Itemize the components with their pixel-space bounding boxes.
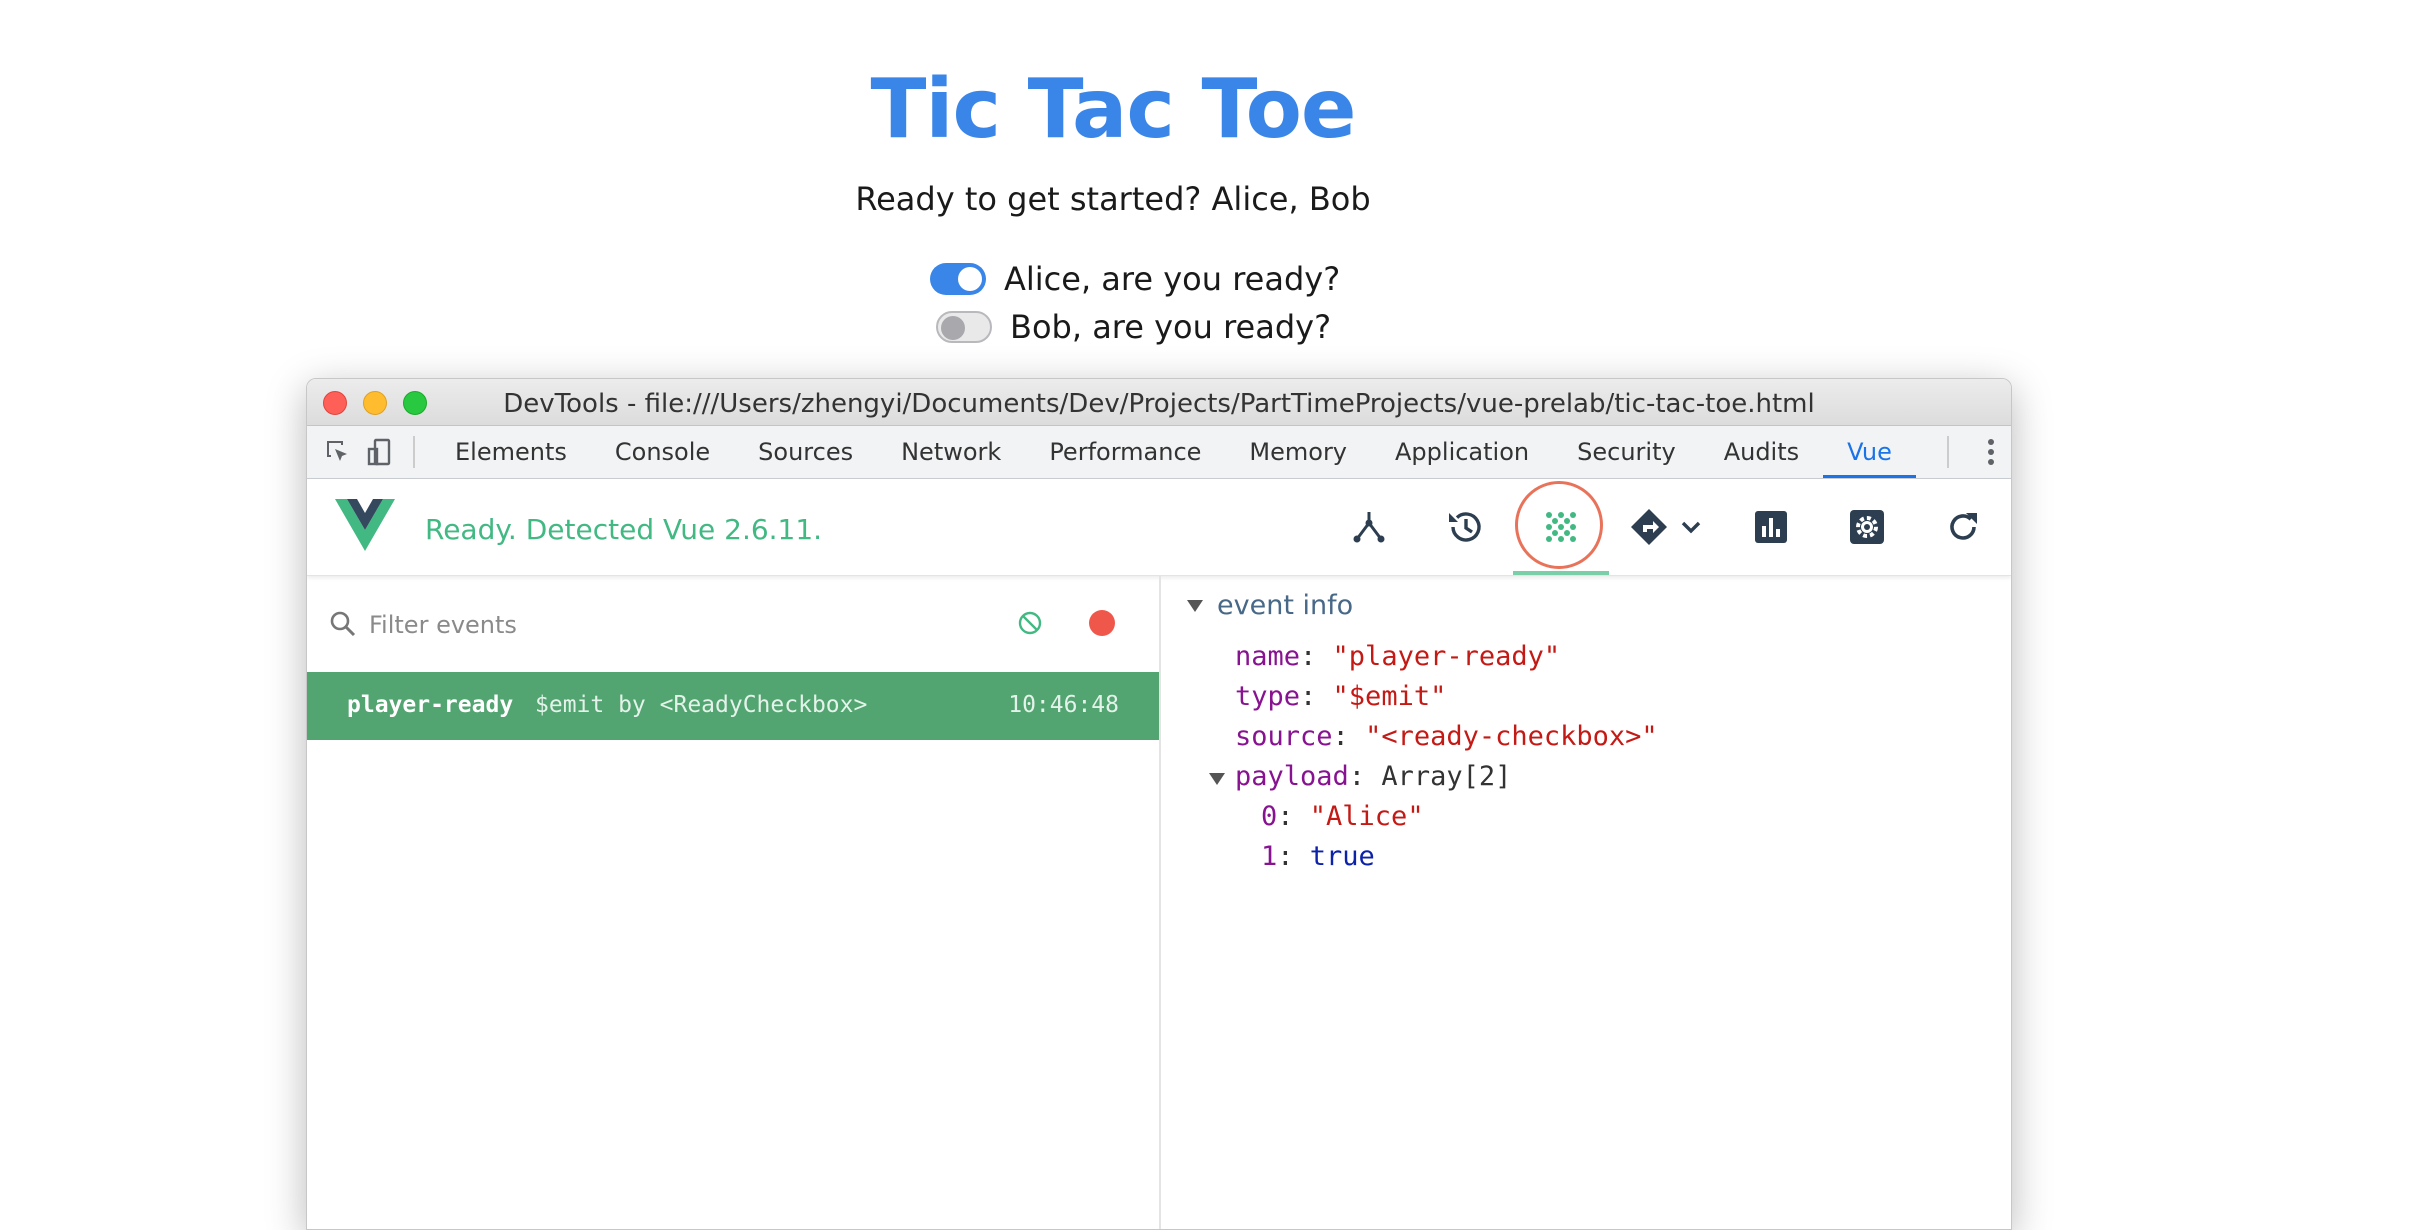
tab-memory[interactable]: Memory — [1225, 426, 1371, 478]
clear-log-icon[interactable] — [1017, 610, 1043, 636]
prop-name: name: "player-ready" — [1235, 641, 1561, 672]
vue-devtools-header: Ready. Detected Vue 2.6.11. — [307, 479, 2011, 576]
tab-console[interactable]: Console — [591, 426, 734, 478]
search-icon — [330, 611, 356, 637]
page-subtitle: Ready to get started? Alice, Bob — [855, 180, 1371, 218]
vue-toolbar — [1321, 479, 2011, 575]
inspect-element-icon[interactable] — [319, 426, 357, 478]
tab-elements[interactable]: Elements — [431, 426, 591, 478]
events-icon[interactable] — [1513, 479, 1609, 575]
devtools-tabbar: Elements Console Sources Network Perform… — [307, 426, 2011, 479]
highlight-ring — [1515, 481, 1603, 569]
event-info-pane: event info name: "player-ready" type: "$… — [1161, 576, 2011, 1229]
event-name: player-ready — [347, 692, 514, 718]
toolbar-divider — [1947, 436, 1949, 468]
refresh-icon[interactable] — [1915, 479, 2011, 575]
more-options-icon[interactable] — [1971, 437, 2011, 467]
alice-ready-row: Alice, are you ready? — [930, 260, 1340, 298]
bob-ready-row: Bob, are you ready? — [936, 308, 1331, 346]
tab-application[interactable]: Application — [1371, 426, 1553, 478]
event-info-heading: event info — [1217, 590, 1354, 621]
alice-ready-toggle[interactable] — [930, 263, 986, 295]
tabbar-right — [1947, 426, 2011, 478]
page-title: Tic Tac Toe — [870, 62, 1356, 157]
prop-type: type: "$emit" — [1235, 681, 1447, 712]
tab-sources[interactable]: Sources — [734, 426, 877, 478]
devtools-window: DevTools - file:///Users/zhengyi/Documen… — [306, 378, 2012, 1230]
events-list-pane: player-ready $emit by <ReadyCheckbox> 10… — [307, 576, 1161, 1229]
history-icon[interactable] — [1417, 479, 1513, 575]
bob-ready-toggle[interactable] — [936, 311, 992, 343]
device-toolbar-icon[interactable] — [361, 426, 399, 478]
event-time: 10:46:48 — [1008, 692, 1119, 718]
tab-audits[interactable]: Audits — [1700, 426, 1823, 478]
payload-item: 0: "Alice" — [1261, 801, 1424, 832]
collapse-triangle-icon — [1187, 599, 1203, 612]
alice-ready-label: Alice, are you ready? — [1004, 260, 1341, 298]
prop-source: source: "<ready-checkbox>" — [1235, 721, 1658, 752]
filter-events-input[interactable] — [367, 606, 931, 644]
window-title: DevTools - file:///Users/zhengyi/Documen… — [503, 389, 1815, 419]
toggle-knob — [958, 267, 982, 291]
bob-ready-label: Bob, are you ready? — [1010, 308, 1332, 346]
record-icon[interactable] — [1089, 610, 1115, 636]
tab-security[interactable]: Security — [1553, 426, 1700, 478]
tab-network[interactable]: Network — [877, 426, 1025, 478]
tab-performance[interactable]: Performance — [1025, 426, 1225, 478]
event-meta: $emit by <ReadyCheckbox> — [535, 692, 868, 718]
settings-icon[interactable] — [1819, 479, 1915, 575]
prop-payload[interactable]: payload: Array[2] — [1209, 761, 1511, 792]
vue-logo-icon — [335, 499, 395, 556]
toolbar-divider — [413, 436, 415, 468]
event-list-item[interactable]: player-ready $emit by <ReadyCheckbox> 10… — [307, 672, 1159, 740]
chevron-down-icon — [1681, 521, 1701, 534]
window-titlebar: DevTools - file:///Users/zhengyi/Documen… — [307, 379, 2011, 426]
components-icon[interactable] — [1321, 479, 1417, 575]
payload-item: 1: true — [1261, 841, 1375, 872]
expand-triangle-icon — [1209, 773, 1225, 785]
event-info-header[interactable]: event info — [1187, 590, 1353, 621]
toggle-knob — [941, 316, 965, 340]
vue-status-text: Ready. Detected Vue 2.6.11. — [425, 513, 823, 546]
event-filter-bar — [307, 576, 1159, 673]
routing-icon — [1631, 509, 1667, 545]
tab-vue[interactable]: Vue — [1823, 426, 1916, 478]
routing-menu[interactable] — [1609, 479, 1723, 575]
performance-icon[interactable] — [1723, 479, 1819, 575]
